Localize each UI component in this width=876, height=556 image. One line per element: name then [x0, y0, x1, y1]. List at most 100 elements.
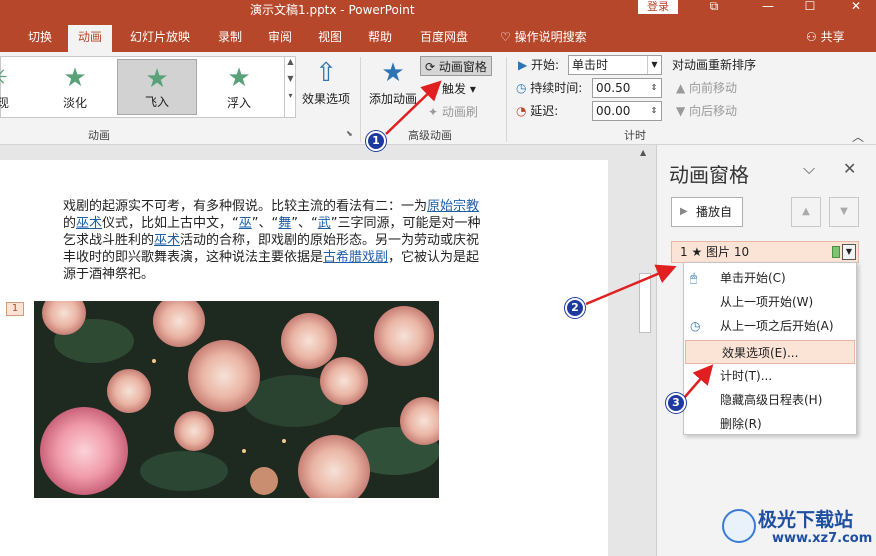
- chevron-down-icon[interactable]: ▼: [285, 74, 296, 83]
- vertical-scrollbar[interactable]: ▲: [636, 145, 654, 556]
- clock-icon: ◷: [516, 81, 531, 95]
- gallery-scrollbar[interactable]: ▲ ▼ ▾: [284, 57, 296, 117]
- gallery-item-label: 浮入: [226, 96, 251, 110]
- effect-options-button[interactable]: ⇧ 效果选项: [300, 58, 352, 107]
- gallery-item-fly-in[interactable]: ★ 飞入: [117, 59, 197, 115]
- gallery-item-fade[interactable]: ★ 淡化: [35, 59, 115, 115]
- text-link[interactable]: 古希腊戏剧: [323, 250, 388, 265]
- menu-item-effect-options[interactable]: 效果选项(E)...: [685, 340, 855, 364]
- divider: [360, 57, 361, 142]
- close-icon[interactable]: ✕: [843, 159, 856, 178]
- chevron-down-icon[interactable]: ⌵: [803, 159, 815, 179]
- play-from-label: 播放自: [696, 205, 733, 219]
- menu-item-label: 效果选项(E)...: [722, 346, 799, 360]
- step-badge-2: 2: [565, 298, 585, 318]
- lightbulb-icon: ♡: [500, 30, 515, 44]
- move-later-button[interactable]: ▼ 向后移动: [676, 101, 737, 121]
- delay-label: ◔ 延迟:: [516, 101, 558, 121]
- text-link[interactable]: 原始宗教: [427, 199, 479, 214]
- brush-icon: ✦: [428, 105, 442, 119]
- menu-item-remove[interactable]: 删除(R): [684, 412, 856, 436]
- tab-transitions[interactable]: 切换: [18, 25, 62, 52]
- share-button[interactable]: ⚇ 共享: [806, 25, 845, 49]
- tab-record[interactable]: 录制: [208, 25, 252, 52]
- menu-item-label: 隐藏高级日程表(H): [720, 393, 823, 407]
- pane-title: 动画窗格: [669, 163, 749, 187]
- trigger-label: 触发: [442, 82, 467, 96]
- gallery-item-float-in[interactable]: ★ 浮入: [199, 59, 279, 115]
- tab-animations[interactable]: 动画: [68, 25, 113, 52]
- title-bar: 演示文稿1.pptx - PowerPoint 登录 ⧉ — ☐ ✕: [0, 0, 876, 18]
- tell-me-search[interactable]: ♡ 操作说明搜索: [500, 25, 587, 49]
- delay-field[interactable]: 00.00 ⇕: [592, 101, 662, 121]
- animation-pane-button[interactable]: ⟳ 动画窗格: [420, 56, 492, 76]
- text-run: 戏剧的起源实不可考，有多种假说。比较主流的看法有二：一为: [63, 199, 428, 214]
- menu-item-hide-timeline[interactable]: 隐藏高级日程表(H): [684, 388, 856, 412]
- spinner-icon[interactable]: ⇕: [647, 102, 661, 120]
- chevron-down-icon[interactable]: ▼: [842, 244, 856, 260]
- menu-item-after-previous[interactable]: ◷ 从上一项之后开始(A): [684, 314, 856, 338]
- text-run: 的: [63, 216, 77, 231]
- effect-options-label: 效果选项: [301, 92, 350, 106]
- dialog-launcher-icon[interactable]: ⬊: [346, 129, 353, 138]
- animation-painter-button[interactable]: ✦ 动画刷: [428, 102, 478, 122]
- timeline-bar: [832, 246, 840, 258]
- start-value: 单击时: [572, 58, 609, 72]
- divider: [506, 57, 507, 142]
- text-link[interactable]: 武: [318, 216, 331, 231]
- gallery-item-label: 飞入: [144, 95, 169, 109]
- text-link[interactable]: 巫: [239, 216, 252, 231]
- text-link[interactable]: 巫术: [154, 233, 180, 248]
- text-link[interactable]: 巫术: [76, 216, 102, 231]
- chevron-down-icon[interactable]: ▼: [647, 56, 661, 74]
- rose-photo[interactable]: [34, 301, 439, 498]
- tab-review[interactable]: 审阅: [258, 25, 302, 52]
- animation-gallery: ✳ 现 ★ 淡化 ★ 飞入 ★ 浮入 ▲ ▼ ▾: [0, 56, 296, 118]
- slide-text-box[interactable]: 戏剧的起源实不可考，有多种假说。比较主流的看法有二：一为原始宗教的巫术仪式，比如…: [63, 198, 483, 283]
- slide[interactable]: 戏剧的起源实不可考，有多种假说。比较主流的看法有二：一为原始宗教的巫术仪式，比如…: [0, 160, 608, 556]
- trigger-button[interactable]: 触发 ▾: [442, 79, 476, 99]
- triangle-down-icon: ▼: [676, 104, 690, 118]
- play-from-button[interactable]: ▶ 播放自: [671, 197, 743, 227]
- close-icon[interactable]: ✕: [846, 0, 866, 14]
- watermark: 极光下载站 www.xz7.com: [722, 505, 872, 551]
- play-icon: ▶: [518, 58, 532, 72]
- triangle-down-icon: ▼: [840, 206, 848, 217]
- tab-help[interactable]: 帮助: [358, 25, 402, 52]
- more-icon[interactable]: ▾: [285, 91, 296, 100]
- tab-baidu[interactable]: 百度网盘: [410, 25, 478, 52]
- chevron-up-icon[interactable]: ▲: [285, 57, 296, 66]
- group-label-animation: 动画: [88, 129, 110, 142]
- login-button[interactable]: 登录: [638, 0, 678, 14]
- animation-order-tag[interactable]: 1: [6, 302, 24, 316]
- tab-slideshow[interactable]: 幻灯片放映: [120, 25, 200, 52]
- add-animation-button[interactable]: ★ 添加动画: [366, 58, 420, 107]
- menu-item-timing[interactable]: 计时(T)...: [684, 364, 856, 388]
- ribbon-display-icon[interactable]: ⧉: [704, 0, 724, 14]
- tab-view[interactable]: 视图: [308, 25, 352, 52]
- start-select[interactable]: 单击时 ▼: [568, 55, 662, 75]
- group-label-timing: 计时: [624, 129, 646, 142]
- animation-list-item[interactable]: 1 ★ 图片 10 ▼: [671, 241, 859, 263]
- move-up-button[interactable]: ▲: [791, 197, 821, 227]
- delay-value: 00.00: [596, 104, 631, 118]
- duration-field[interactable]: 00.50 ⇕: [592, 78, 662, 98]
- menu-item-with-previous[interactable]: 从上一项开始(W): [684, 290, 856, 314]
- arrow-up-icon: ⇧: [315, 58, 337, 88]
- move-earlier-button[interactable]: ▲ 向前移动: [676, 78, 737, 98]
- gallery-item-appear[interactable]: ✳ 现: [0, 59, 37, 115]
- maximize-icon[interactable]: ☐: [800, 0, 820, 14]
- menu-item-label: 单击开始(C): [720, 271, 786, 285]
- scrollbar-thumb[interactable]: [639, 273, 651, 333]
- scroll-up-icon[interactable]: ▲: [640, 148, 646, 157]
- minimize-icon[interactable]: —: [758, 0, 778, 14]
- duration-label: ◷ 持续时间:: [516, 78, 582, 98]
- window-title: 演示文稿1.pptx - PowerPoint: [250, 3, 415, 17]
- move-down-button[interactable]: ▼: [829, 197, 859, 227]
- menu-item-label: 删除(R): [720, 417, 762, 431]
- menu-item-on-click[interactable]: 🖱 单击开始(C): [684, 266, 856, 290]
- text-link[interactable]: 舞: [278, 216, 291, 231]
- spinner-icon[interactable]: ⇕: [647, 79, 661, 97]
- text-run: 仪式，比如上古中文，“: [102, 216, 239, 231]
- collapse-ribbon-icon[interactable]: ︿: [852, 128, 864, 145]
